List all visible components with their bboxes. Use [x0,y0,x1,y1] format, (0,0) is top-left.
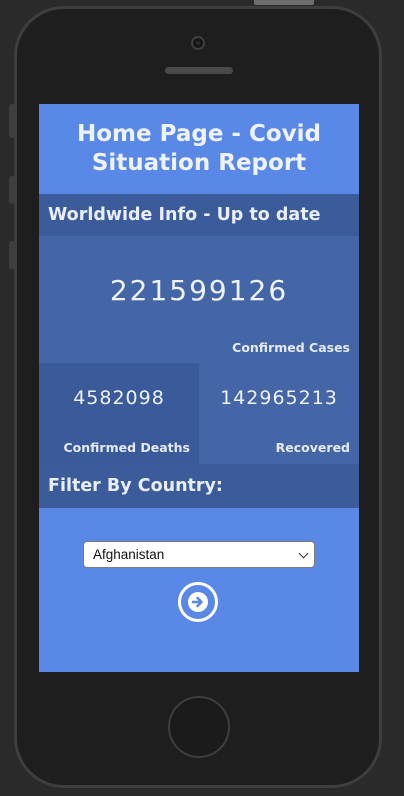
stats-row: 4582098 Confirmed Deaths 142965213 Recov… [39,363,359,464]
confirmed-cases-panel: 221599126 Confirmed Cases [39,236,359,363]
confirmed-deaths-panel: 4582098 Confirmed Deaths [39,363,199,464]
front-camera-icon [191,36,205,50]
mute-switch [9,104,15,138]
recovered-panel: 142965213 Recovered [199,363,359,464]
top-scrollbar-tab [254,0,314,5]
confirmed-deaths-label: Confirmed Deaths [63,440,191,455]
earpiece-speaker [165,67,233,74]
confirmed-cases-label: Confirmed Cases [232,340,350,355]
filter-area: Afghanistan [39,508,359,672]
chevron-down-icon [298,548,309,559]
confirmed-cases-value: 221599126 [109,274,289,307]
mobile-device-frame: Home Page - Covid Situation Report World… [0,0,404,796]
confirmed-deaths-value: 4582098 [73,387,165,409]
home-button[interactable] [168,696,230,758]
worldwide-heading: Worldwide Info - Up to date [39,194,359,236]
volume-down-button [9,241,15,269]
page-title: Home Page - Covid Situation Report [76,121,322,176]
submit-country-button[interactable] [178,582,218,622]
country-select[interactable]: Afghanistan [83,541,315,568]
arrow-right-circle-icon [188,592,208,612]
volume-up-button [9,176,15,204]
filter-heading: Filter By Country: [39,464,359,508]
recovered-label: Recovered [275,440,350,455]
country-select-value: Afghanistan [93,547,165,562]
app-screen: Home Page - Covid Situation Report World… [39,104,359,672]
recovered-value: 142965213 [220,387,338,409]
